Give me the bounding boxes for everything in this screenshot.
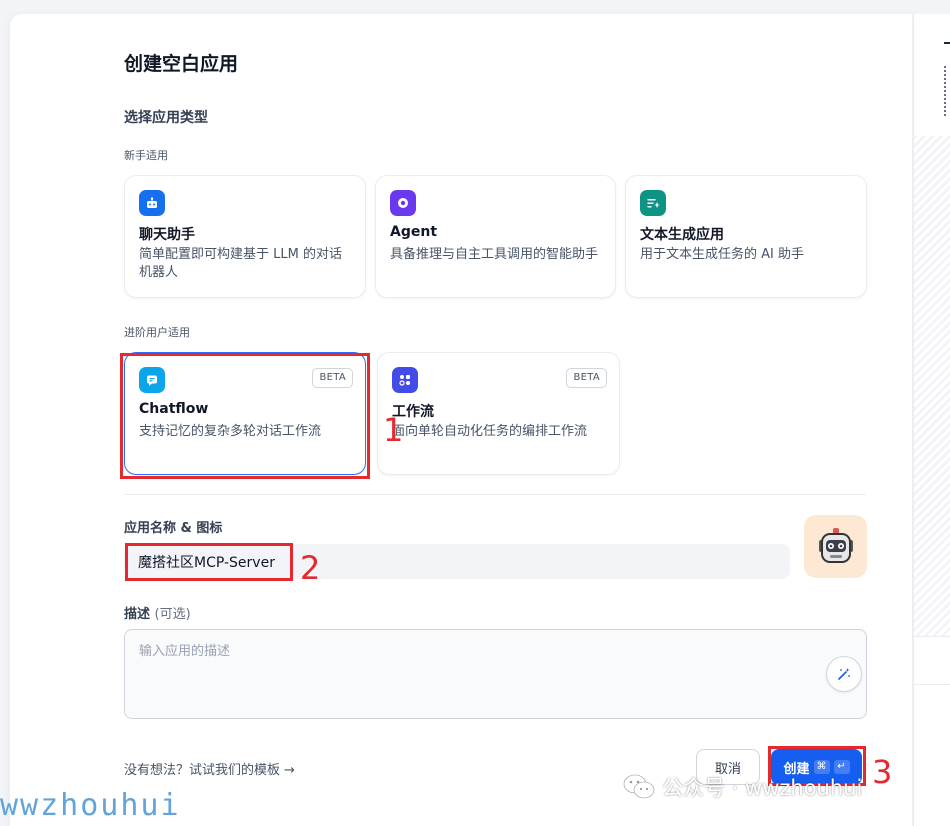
advanced-group-label: 进阶用户适用: [124, 326, 190, 339]
beta-badge: BETA: [566, 368, 607, 388]
card-title: 文本生成应用: [640, 227, 724, 243]
agent-icon: [390, 190, 416, 216]
card-title: Chatflow: [139, 401, 209, 417]
annotation-number-3: 3: [872, 753, 893, 791]
magic-wand-icon: [838, 668, 850, 680]
beta-badge: BETA: [312, 368, 353, 388]
robot-icon: [818, 527, 853, 563]
app-type-card-chatflow[interactable]: BETA Chatflow 支持记忆的复杂多轮对话工作流: [124, 352, 366, 475]
app-type-card-chat-assistant[interactable]: 聊天助手 简单配置即可构建基于 LLM 的对话机器人: [124, 175, 366, 298]
watermark-text: wwzhouhui: [0, 788, 181, 823]
card-title: 聊天助手: [139, 227, 195, 243]
annotation-number-2: 2: [300, 549, 321, 587]
wechat-watermark: 公众号 · wwzhouhui: [622, 772, 862, 802]
card-description: 简单配置即可构建基于 LLM 的对话机器人: [139, 247, 342, 280]
card-description: 支持记忆的复杂多轮对话工作流: [139, 424, 322, 439]
app-type-card-agent[interactable]: Agent 具备推理与自主工具调用的智能助手: [375, 175, 616, 298]
beginner-group-label: 新手适用: [124, 149, 168, 162]
chatflow-icon: [139, 367, 165, 393]
app-type-section-title: 选择应用类型: [124, 110, 208, 126]
workflow-icon: [392, 367, 418, 393]
app-avatar-icon-picker[interactable]: [804, 515, 867, 578]
card-description: 具备推理与自主工具调用的智能助手: [390, 247, 599, 262]
description-input[interactable]: [124, 629, 867, 719]
app-type-card-workflow[interactable]: BETA 工作流 面向单轮自动化任务的编排工作流: [377, 352, 620, 475]
app-type-card-text-generation[interactable]: 文本生成应用 用于文本生成任务的 AI 助手: [625, 175, 867, 298]
background-panel: [913, 14, 950, 826]
wechat-icon: [623, 774, 655, 799]
text-generation-icon: [640, 190, 666, 216]
card-description: 用于文本生成任务的 AI 助手: [640, 247, 804, 262]
section-divider: [124, 494, 866, 495]
description-label: 描述 (可选): [124, 607, 191, 622]
optional-hint: (可选): [154, 607, 191, 622]
dialog-title: 创建空白应用: [124, 53, 239, 75]
card-description: 面向单轮自动化任务的编排工作流: [392, 424, 588, 439]
app-name-label: 应用名称 & 图标: [124, 521, 223, 536]
try-template-link[interactable]: 没有想法？试试我们的模板 →: [124, 759, 295, 778]
app-name-input[interactable]: [124, 544, 790, 579]
ai-generate-description-button[interactable]: [826, 656, 862, 692]
arrow-right-icon: →: [284, 763, 295, 778]
annotation-number-1: 1: [383, 411, 404, 449]
chat-bot-icon: [139, 190, 165, 216]
card-title: Agent: [390, 224, 438, 240]
